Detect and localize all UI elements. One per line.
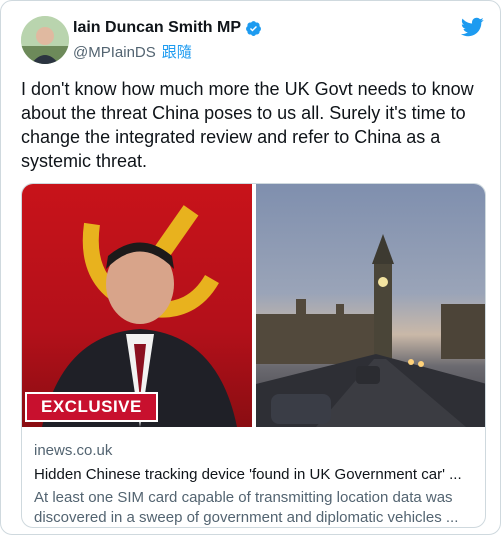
exclusive-badge: EXCLUSIVE [25, 392, 158, 422]
verified-badge-icon [246, 20, 261, 36]
author-handle-row: @MPIainDS 跟隨 [73, 41, 192, 62]
follow-link[interactable]: 跟隨 [162, 44, 192, 61]
author-name[interactable]: Iain Duncan Smith MP [73, 19, 241, 37]
card-domain: inews.co.uk [34, 442, 113, 459]
twitter-bird-icon[interactable] [460, 15, 484, 39]
card-meta[interactable]: inews.co.uk Hidden Chinese tracking devi… [34, 442, 474, 527]
card-description: At least one SIM card capable of transmi… [34, 489, 459, 526]
article-image-right [256, 184, 485, 427]
tweet-text: I don't know how much more the UK Govt n… [21, 79, 474, 171]
author-handle[interactable]: @MPIainDS [73, 44, 156, 61]
link-preview-card[interactable]: EXCLUSIVE inews.co.uk Hidden Chinese tra… [21, 183, 486, 528]
card-headline[interactable]: Hidden Chinese tracking device 'found in… [34, 466, 474, 486]
article-image-left: EXCLUSIVE [22, 184, 252, 427]
tweet-card[interactable]: Iain Duncan Smith MP @MPIainDS 跟隨 I don't… [0, 0, 501, 535]
author-name-row[interactable]: Iain Duncan Smith MP [73, 19, 262, 37]
avatar[interactable] [21, 16, 69, 64]
